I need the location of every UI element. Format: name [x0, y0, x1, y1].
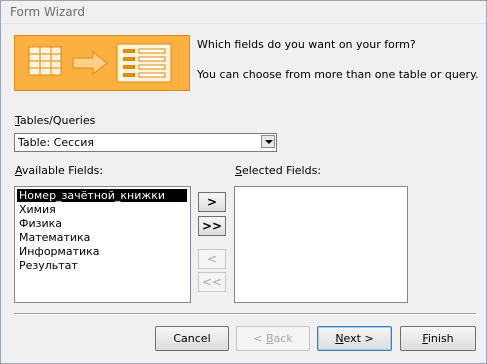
- available-fields-list[interactable]: Номер_зачётной_книжки Химия Физика Матем…: [14, 186, 191, 303]
- footer-divider: [14, 313, 476, 315]
- wizard-question: Which fields do you want on your form?: [197, 38, 416, 51]
- available-field-item[interactable]: Математика: [17, 231, 187, 244]
- cancel-button[interactable]: Cancel: [155, 326, 229, 351]
- available-field-item[interactable]: Информатика: [17, 245, 187, 258]
- available-field-item[interactable]: Результат: [17, 259, 187, 272]
- selected-fields-label: Selected Fields:: [235, 164, 322, 177]
- remove-field-button[interactable]: <: [198, 249, 226, 269]
- available-field-item[interactable]: Номер_зачётной_книжки: [17, 189, 187, 202]
- available-fields-label: Available Fields:: [15, 164, 104, 177]
- back-button[interactable]: < Back: [236, 326, 310, 351]
- add-all-fields-button[interactable]: >>: [198, 216, 226, 236]
- wizard-hint: You can choose from more than one table …: [197, 68, 479, 81]
- tables-queries-label: Tables/Queries: [15, 114, 96, 127]
- available-field-item[interactable]: Химия: [17, 203, 187, 216]
- wizard-illustration: [14, 35, 190, 91]
- chevron-down-icon[interactable]: [261, 135, 275, 148]
- window-title: Form Wizard: [10, 5, 85, 19]
- tables-queries-dropdown[interactable]: Table: Сессия: [14, 133, 277, 152]
- title-bar[interactable]: Form Wizard: [1, 1, 486, 24]
- finish-button[interactable]: Finish: [400, 326, 476, 351]
- tables-queries-selected-value: Table: Сессия: [18, 136, 94, 149]
- selected-fields-list[interactable]: [234, 186, 408, 303]
- table-to-form-icon: [15, 36, 189, 90]
- form-wizard-window: Form Wizard Which fields do you want on …: [0, 0, 487, 364]
- add-field-button[interactable]: >: [198, 192, 226, 212]
- remove-all-fields-button[interactable]: <<: [198, 272, 226, 292]
- available-field-item[interactable]: Физика: [17, 217, 187, 230]
- next-button[interactable]: Next >: [317, 326, 392, 351]
